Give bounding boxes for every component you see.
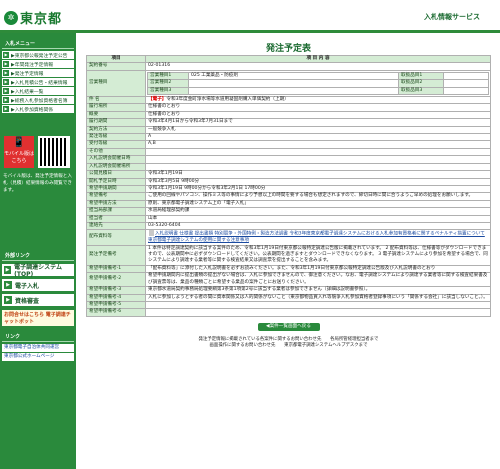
table-row: 希望申請備考-5 (86, 300, 491, 310)
table-row: 担当者 山本 (86, 214, 491, 223)
detail-table: 項目 項 目 内 容 契約番号 02-01316 営業種目 営業種目1 025 工業… (86, 54, 491, 317)
tokyo-logo[interactable]: ✲ 東京都 (4, 8, 62, 27)
business-row: 営業種目3 取扱品目3 (147, 86, 489, 96)
table-row: 希望申請備考-6 (86, 308, 491, 317)
arrow-icon: ▶ (4, 296, 12, 304)
sidebar-item-result-list[interactable]: ▶ ▶入札結果一覧 (2, 87, 74, 95)
arrow-icon: ▶ (3, 88, 9, 94)
sidebar-item-order-plan[interactable]: ▶ ▶発注予定情報 (2, 69, 74, 77)
table-row: 開札予定日時 令和3年3月5日 9時00分 (86, 177, 491, 186)
logo-text: 東京都 (20, 12, 63, 27)
mobile-section: 📱 モバイル版はこちら (4, 136, 74, 168)
tokyo-emblem-icon: ✲ (4, 10, 18, 25)
sidebar-item-roster[interactable]: ▶ ▶総務入札参加資格者名簿 (2, 96, 74, 104)
main-content: 発注予定表 項目 項 目 内 容 契約番号 02-01316 営業種目 営業種目1… (86, 33, 491, 349)
business-row: 営業種目2 取扱品目2 (147, 79, 489, 88)
arrow-icon: ▶ (3, 106, 9, 112)
footer-helpdesk-line: 画面操作に関するお問い合わせ先 東京都電子調達システムヘルプデスクまで (209, 342, 368, 348)
links-heading: リンク (2, 330, 74, 342)
table-row: 担当局部課 水道局経理部契約課 (86, 207, 491, 216)
table-row: 希望備考 ご使用の回線やパソコン、操作ミス等の事情により予想以上の時間を要する場合… (86, 192, 491, 201)
arrow-icon: ▶ (3, 52, 9, 58)
table-row: 入札説明会開催日時 (86, 155, 491, 164)
table-row: 契約番号 02-01316 (86, 62, 491, 71)
business-subtable: 営業種目1 025 工業薬品・防疫剤 取扱品目1 営業種目2 取扱品目2 営業種目3 取… (147, 71, 489, 96)
table-row: 連絡先 03-5320-6404 (86, 221, 491, 231)
table-row: 受付等級 A,B (86, 140, 491, 149)
sidebar: 入札メニュー ▶ ▶東京都公報発注予定公告 ▶ ▶年間発注予定情報 ▶ ▶発注予定情報… (0, 33, 76, 469)
table-row: 入札説明会開催場所 (86, 162, 491, 172)
table-row: 希望申請期間 令和3年1月19日 9時00分から令和3年2月1日 17時00分 (86, 184, 491, 194)
table-row: 希望申請備考-3 東京都水道局契約事務局処理要綱第3条第1項第2号に該当する業者は… (86, 286, 491, 295)
footer: 発注予定情報に掲載されている各案件に関するお問い合わせ先 各局所管経理担当者まで… (86, 337, 491, 349)
business-row: 営業種目1 025 工業薬品・防疫剤 取扱品目1 (147, 71, 489, 81)
table-row: 発注予定備考 1 本件は特定調達契約に該当する案件のため、令和3年1月19日付東京… (86, 244, 491, 266)
arrow-icon: ▶ (3, 97, 9, 103)
header: ✲ 東京都 入札情報サービス (0, 0, 500, 30)
sidebar-item-kouhou[interactable]: ▶ ▶東京都公報発注予定公告 (2, 51, 74, 59)
table-header-row: 項目 項 目 内 容 (86, 54, 491, 64)
link-tokyo-official[interactable]: 東京都公式ホームページ (2, 353, 74, 361)
table-row: 公開見積日 令和3年1月19日 (86, 170, 491, 179)
table-row-business: 営業種目 営業種目1 025 工業薬品・防疫剤 取扱品目1 営業種目2 取扱品目2 営… (86, 69, 491, 98)
document-links[interactable]: 入札説明書 仕様書 提出書類 特別競争・外国特例・製造方法調書 令和3年度東京都… (148, 232, 485, 243)
table-row: その他 (86, 147, 491, 157)
qr-code-icon (38, 136, 70, 168)
sidebar-item-qualification[interactable]: ▶ ▶入札参加資格関係 (2, 105, 74, 113)
header-content: 項 目 内 容 (145, 54, 491, 64)
arrow-icon: ▶ (3, 61, 9, 67)
external-heading: 外部リンク (2, 249, 74, 261)
mobile-phone-icon: 📱 (12, 137, 26, 148)
chatbot-banner[interactable]: お問合せはこちら 電子調達チャットボット (2, 310, 74, 326)
table-row: 希望申請備考-2 希望申請期間内に提出書類の提出がない場合は、入札に参加できません… (86, 272, 491, 288)
arrow-icon: ▶ (3, 79, 9, 85)
table-row: 希望申請備考-4 入札に参加しようとする者の間に資本関係又は人的関係がないこと（東… (86, 293, 491, 302)
sidebar-menu-heading: 入札メニュー (2, 37, 74, 49)
header-item: 項目 (86, 54, 146, 64)
sidebar-item-e-procurement[interactable]: ▶ 電子調達システム(TOP) (2, 264, 74, 278)
back-to-list-button[interactable]: ◀案件一覧画面へ戻る (257, 322, 320, 331)
system-title: 入札情報サービス (424, 13, 480, 21)
table-row: 履行期間 令和3年4月1日から令和3年7月31日まで (86, 118, 491, 127)
table-row: 希望申請方法 原則、東京都電子調達システム上の「電子入札」 (86, 199, 491, 209)
sidebar-item-e-bid[interactable]: ▶ 電子入札 (2, 279, 74, 291)
arrow-icon: ▶ (3, 70, 9, 76)
table-row-subject: 件 名【電子】令和3年度金町浄水場等水道用凝固剤購入単価契約（上期） (86, 96, 491, 105)
table-row: 履行場所 仕様書のとおり (86, 103, 491, 112)
mobile-note: モバイル版は、発注予定情報と入札（見積）結果情報のみ閲覧できます。 (3, 174, 72, 193)
table-row: 発注等級 A (86, 133, 491, 142)
document-icon (149, 230, 154, 237)
link-e-gov[interactable]: 東京都電子自治体共同運営 (2, 344, 74, 352)
sidebar-item-bid-results[interactable]: ▶ ▶入札見積公告・結果情報 (2, 78, 74, 86)
electronic-tag: 【電子】 (148, 97, 167, 103)
table-row: 契約方法 一般競争入札 (86, 125, 491, 135)
subject-text: 令和3年度金町浄水場等水道用凝固剤購入単価契約（上期） (166, 97, 289, 103)
arrow-icon: ▶ (4, 266, 12, 274)
table-row: 概要 仕様書のとおり (86, 110, 491, 120)
page-title: 発注予定表 (265, 44, 311, 54)
arrow-icon: ▶ (4, 281, 12, 289)
mobile-button[interactable]: 📱 モバイル版はこちら (4, 136, 34, 168)
sidebar-item-annual[interactable]: ▶ ▶年間発注予定情報 (2, 60, 74, 68)
table-row: 希望申請備考-1 「配布資料等」に添付した入札説明書を必ずお読みください。また、令… (86, 264, 491, 274)
sidebar-item-qualification-review[interactable]: ▶ 資格審査 (2, 294, 74, 306)
table-row-documents: 配布資料等 入札説明書 仕様書 提出書類 特別競争・外国特例・製造方法調書 令和3… (86, 229, 491, 246)
